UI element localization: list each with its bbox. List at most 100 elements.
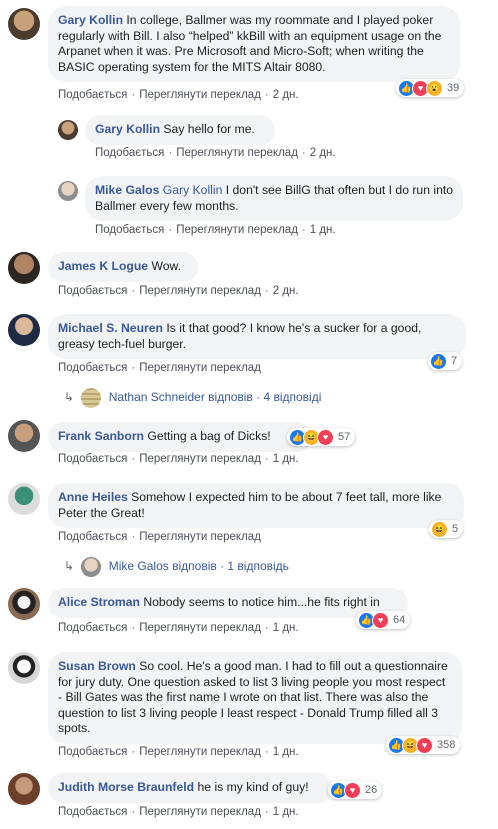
like-link[interactable]: Подобається (95, 224, 164, 236)
comment-actions: Подобається · Переглянути переклад · 1 дн. (58, 622, 299, 634)
avatar[interactable] (8, 483, 40, 515)
timestamp[interactable]: 1 дн. (273, 622, 299, 634)
reaction-summary[interactable]: 👍 7 (428, 352, 463, 370)
like-link[interactable]: Подобається (58, 453, 127, 465)
comment-actions: Подобається · Переглянути переклад · 2 дн. (58, 285, 299, 297)
reaction-count: 5 (452, 523, 459, 535)
comment-bubble: Alice Stroman Nobody seems to notice him… (48, 588, 408, 618)
comment-actions: Подобається · Переглянути переклад · 1 дн. (58, 453, 299, 465)
see-translation-link[interactable]: Переглянути переклад (139, 285, 261, 297)
avatar[interactable] (58, 181, 78, 201)
reaction-summary[interactable]: 👍 ♥ 😮 39 (396, 79, 465, 97)
reaction-count: 64 (393, 614, 406, 626)
comment-bubble: Judith Morse Braunfeld he is my kind of … (48, 773, 332, 803)
comment-author[interactable]: Judith Morse Braunfeld (58, 780, 194, 794)
like-link[interactable]: Подобається (58, 531, 127, 543)
comment-author[interactable]: Susan Brown (58, 659, 136, 673)
reply-arrow-icon: ↳ (64, 390, 75, 405)
see-translation-link[interactable]: Переглянути переклад (139, 746, 261, 758)
comment-author[interactable]: James K Logue (58, 259, 148, 273)
see-translation-link[interactable]: Переглянути переклад (139, 806, 261, 818)
like-link[interactable]: Подобається (58, 746, 127, 758)
timestamp[interactable]: 1 дн. (273, 746, 299, 758)
avatar[interactable] (8, 252, 40, 284)
see-translation-link[interactable]: Переглянути переклад (176, 147, 298, 159)
comment-bubble: Gary Kollin Say hello for me. (85, 115, 275, 145)
comment-actions: Подобається · Переглянути переклад · 1 дн. (58, 746, 299, 758)
reply-arrow-icon: ↳ (64, 559, 75, 574)
reply-avatar (81, 388, 102, 408)
comment-author[interactable]: Mike Galos (95, 183, 159, 197)
comment-text: Wow. (151, 259, 182, 273)
avatar[interactable] (8, 314, 40, 346)
wow-icon: 😮 (426, 79, 443, 97)
timestamp[interactable]: 2 дн. (310, 147, 336, 159)
comment-author[interactable]: Anne Heiles (58, 490, 128, 504)
view-replies-link[interactable]: ↳ Mike Galos відповів · 1 відповідь (64, 557, 289, 577)
reply-avatar (81, 557, 102, 577)
reaction-summary[interactable]: 😆 5 (429, 520, 464, 538)
timestamp[interactable]: 2 дн. (273, 89, 299, 101)
mention-tag[interactable]: Gary Kollin (163, 183, 223, 197)
reaction-count: 39 (447, 82, 460, 94)
like-link[interactable]: Подобається (58, 806, 127, 818)
comment-bubble: Frank Sanborn Getting a bag of Dicks! (48, 422, 312, 452)
reaction-count: 26 (365, 784, 378, 796)
like-link[interactable]: Подобається (58, 622, 127, 634)
timestamp[interactable]: 1 дн. (273, 453, 299, 465)
avatar[interactable] (8, 8, 40, 40)
comment-bubble: Michael S. Neuren Is it that good? I kno… (48, 314, 466, 359)
like-link[interactable]: Подобається (58, 89, 127, 101)
avatar[interactable] (8, 588, 40, 620)
comment-actions: Подобається · Переглянути переклад · 1 дн. (95, 224, 336, 236)
comment-actions: Подобається · Переглянути переклад (58, 362, 261, 374)
love-icon: ♥ (372, 611, 389, 629)
reaction-summary[interactable]: 👍 ♥ 26 (328, 781, 383, 799)
comment-text: Getting a bag of Dicks! (147, 429, 271, 443)
comment-text: Say hello for me. (163, 122, 255, 136)
like-icon: 👍 (430, 352, 447, 370)
replies-summary[interactable]: Nathan Schneider відповів · 4 відповіді (109, 390, 322, 404)
see-translation-link[interactable]: Переглянути переклад (139, 622, 261, 634)
haha-icon: 😆 (431, 520, 448, 538)
comment-text: he is my kind of guy! (197, 780, 309, 794)
avatar[interactable] (8, 652, 40, 684)
reaction-count: 57 (338, 431, 351, 443)
see-translation-link[interactable]: Переглянути переклад (139, 531, 261, 543)
avatar[interactable] (8, 420, 40, 452)
see-translation-link[interactable]: Переглянути переклад (139, 362, 261, 374)
reaction-summary[interactable]: 👍 😆 ♥ 358 (386, 736, 461, 754)
love-icon: ♥ (344, 781, 361, 799)
comment-bubble: Susan Brown So cool. He's a good man. I … (48, 652, 462, 744)
comment-bubble: James K Logue Wow. (48, 252, 198, 282)
see-translation-link[interactable]: Переглянути переклад (139, 453, 261, 465)
avatar[interactable] (8, 773, 40, 805)
comment-actions: Подобається · Переглянути переклад · 2 дн. (95, 147, 336, 159)
comment-actions: Подобається · Переглянути переклад (58, 531, 261, 543)
comment-author[interactable]: Gary Kollin (58, 13, 123, 27)
timestamp[interactable]: 1 дн. (310, 224, 336, 236)
reaction-summary[interactable]: 👍 😆 ♥ 57 (287, 428, 356, 446)
comment-text: Nobody seems to notice him...he fits rig… (143, 595, 380, 609)
like-link[interactable]: Подобається (58, 285, 127, 297)
timestamp[interactable]: 2 дн. (273, 285, 299, 297)
timestamp[interactable]: 1 дн. (273, 806, 299, 818)
avatar[interactable] (58, 120, 78, 140)
view-replies-link[interactable]: ↳ Nathan Schneider відповів · 4 відповід… (64, 388, 321, 408)
like-link[interactable]: Подобається (95, 147, 164, 159)
comment-author[interactable]: Frank Sanborn (58, 429, 144, 443)
comment-author[interactable]: Gary Kollin (95, 122, 160, 136)
comment-actions: Подобається · Переглянути переклад · 2 дн. (58, 89, 299, 101)
love-icon: ♥ (416, 736, 433, 754)
comment-actions: Подобається · Переглянути переклад · 1 дн. (58, 806, 299, 818)
replies-summary[interactable]: Mike Galos відповів · 1 відповідь (109, 559, 289, 573)
like-link[interactable]: Подобається (58, 362, 127, 374)
see-translation-link[interactable]: Переглянути переклад (139, 89, 261, 101)
comment-bubble: Gary Kollin In college, Ballmer was my r… (48, 6, 460, 82)
comment-author[interactable]: Alice Stroman (58, 595, 140, 609)
comment-author[interactable]: Michael S. Neuren (58, 321, 163, 335)
comment-bubble: Anne Heiles Somehow I expected him to be… (48, 483, 464, 528)
reaction-summary[interactable]: 👍 ♥ 64 (356, 611, 411, 629)
reaction-count: 358 (437, 739, 456, 751)
see-translation-link[interactable]: Переглянути переклад (176, 224, 298, 236)
